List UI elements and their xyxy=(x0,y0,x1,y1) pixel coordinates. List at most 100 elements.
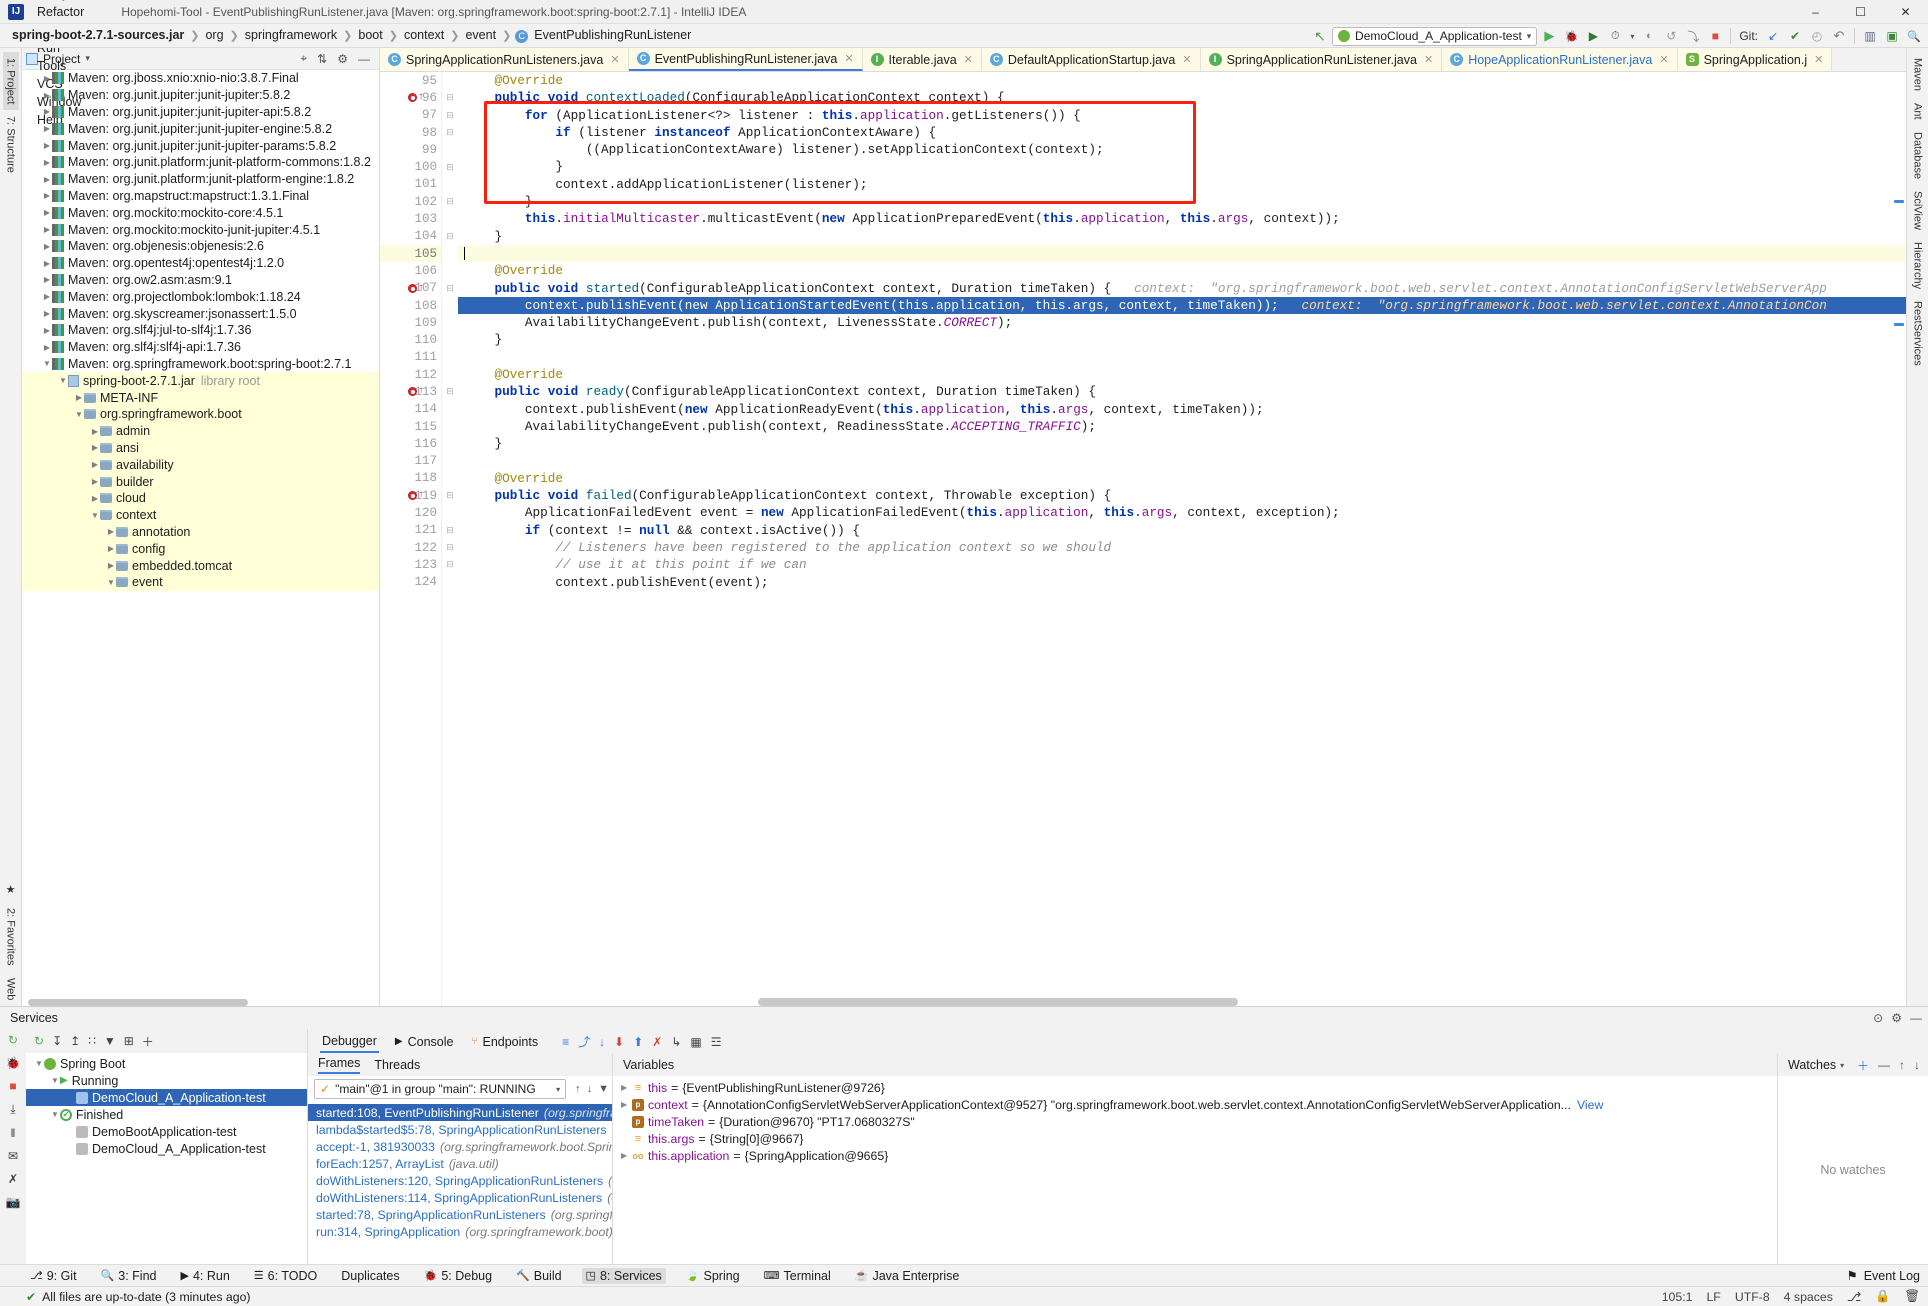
chevron-down-icon[interactable] xyxy=(50,1076,60,1085)
menu-refactor[interactable]: Refactor xyxy=(30,3,93,21)
services-action-7[interactable]: 📷 xyxy=(6,1195,21,1209)
line-number[interactable]: ↑96 xyxy=(380,89,441,106)
chevron-right-icon[interactable] xyxy=(106,561,116,570)
code-line[interactable]: context.publishEvent(new ApplicationStar… xyxy=(458,297,1906,314)
code-line[interactable]: public void failed(ConfigurableApplicati… xyxy=(458,487,1906,504)
search-icon[interactable]: 🔍 xyxy=(1904,26,1924,46)
code-line[interactable]: } xyxy=(458,331,1906,348)
tree-row[interactable]: Maven: org.opentest4j:opentest4j:1.2.0 xyxy=(22,255,379,272)
line-number[interactable]: 99 xyxy=(380,141,441,158)
chevron-right-icon[interactable] xyxy=(106,527,116,536)
right-tool-tab-restservices[interactable]: RestServices xyxy=(1910,295,1926,372)
web-tab[interactable]: Web xyxy=(3,972,19,1006)
line-number[interactable]: 98 xyxy=(380,124,441,141)
tree-row[interactable]: admin xyxy=(22,423,379,440)
services-tree-action-5[interactable]: ⊞ xyxy=(124,1034,134,1048)
run-with-coverage-icon[interactable]: ▶ xyxy=(1583,26,1603,46)
bookmark-icon[interactable]: ★ xyxy=(2,877,19,902)
chevron-down-icon[interactable]: ▾ xyxy=(556,1085,560,1094)
line-number[interactable]: ↑113 xyxy=(380,383,441,400)
code-line[interactable]: // use it at this point if we can xyxy=(458,556,1906,573)
frame-row[interactable]: doWithListeners:120, SpringApplicationRu… xyxy=(308,1172,612,1189)
services-tree-action-2[interactable]: ↥ xyxy=(70,1034,80,1048)
line-number[interactable]: 101 xyxy=(380,176,441,193)
breadcrumb-item-1[interactable]: org xyxy=(203,28,225,42)
code-line[interactable]: ((ApplicationContextAware) listener).set… xyxy=(458,141,1906,158)
tree-row[interactable]: context xyxy=(22,507,379,524)
line-number[interactable]: ↑119 xyxy=(380,487,441,504)
close-icon[interactable]: ✕ xyxy=(1424,53,1433,66)
watch-action-1[interactable]: — xyxy=(1878,1058,1890,1072)
breakpoint-icon[interactable] xyxy=(408,284,417,293)
chevron-down-icon[interactable] xyxy=(106,578,116,587)
line-number[interactable]: 118 xyxy=(380,470,441,487)
breadcrumb-item-5[interactable]: event xyxy=(463,28,498,42)
tree-row[interactable]: Maven: org.springframework.boot:spring-b… xyxy=(22,356,379,373)
line-number[interactable]: 120 xyxy=(380,504,441,521)
variables-list[interactable]: ▶≡this={EventPublishingRunListener@9726}… xyxy=(613,1076,1777,1264)
gear-icon[interactable]: ⚙ xyxy=(337,52,348,66)
chevron-right-icon[interactable] xyxy=(42,191,52,200)
editor-tab-springapplicationrunlisteners[interactable]: CSpringApplicationRunListeners.java✕ xyxy=(380,48,629,71)
close-icon[interactable]: ✕ xyxy=(1659,53,1668,66)
encoding[interactable]: UTF-8 xyxy=(1735,1290,1770,1304)
line-number[interactable]: 100 xyxy=(380,158,441,175)
tree-row[interactable]: event xyxy=(22,574,379,591)
structure-icon[interactable]: ▥ xyxy=(1860,26,1880,46)
chevron-right-icon[interactable] xyxy=(42,91,52,100)
tool-window-todo[interactable]: ☰6: TODO xyxy=(250,1268,321,1284)
tool-window-debug[interactable]: 🐞5: Debug xyxy=(420,1268,496,1284)
close-icon[interactable]: ✕ xyxy=(844,52,853,65)
frame-filter-icon[interactable]: ▼ xyxy=(595,1083,612,1095)
code-line[interactable]: } xyxy=(458,158,1906,175)
debugger-step-action-2[interactable]: ↓ xyxy=(599,1035,605,1049)
tree-row[interactable]: Maven: org.junit.jupiter:junit-jupiter:5… xyxy=(22,87,379,104)
services-tree-action-6[interactable]: ＋ xyxy=(142,1033,154,1050)
chevron-right-icon[interactable] xyxy=(90,477,100,486)
breadcrumb-class-name[interactable]: EventPublishingRunListener xyxy=(532,28,693,42)
event-log-button[interactable]: ⚑ Event Log xyxy=(1846,1268,1920,1283)
frame-row[interactable]: forEach:1257, ArrayList(java.util) xyxy=(308,1155,612,1172)
git-history-icon[interactable]: ◴ xyxy=(1807,26,1827,46)
variable-view-link[interactable]: View xyxy=(1577,1098,1603,1112)
debugger-step-action-1[interactable]: ⤴ xyxy=(578,1033,590,1050)
tree-row[interactable]: META-INF xyxy=(22,389,379,406)
line-number[interactable]: 115 xyxy=(380,418,441,435)
breadcrumb-item-3[interactable]: boot xyxy=(356,28,384,42)
code-folding-gutter[interactable]: ⊟⊟⊟⊟⊟⊟⊟⊟⊟⊟⊟⊟ xyxy=(442,72,458,1006)
tree-row[interactable]: Maven: org.junit.platform:junit-platform… xyxy=(22,171,379,188)
line-number[interactable]: 117 xyxy=(380,453,441,470)
line-number[interactable]: 95 xyxy=(380,72,441,89)
tool-window-run[interactable]: ▶4: Run xyxy=(176,1268,233,1284)
frame-row[interactable]: lambda$started$5:78, SpringApplicationRu… xyxy=(308,1121,612,1138)
chevron-down-icon[interactable] xyxy=(34,1059,44,1068)
tree-row[interactable]: Maven: org.junit.jupiter:junit-jupiter-e… xyxy=(22,120,379,137)
chevron-down-icon[interactable] xyxy=(90,511,100,520)
code-line[interactable]: } xyxy=(458,435,1906,452)
line-number-gutter[interactable]: 95↑96979899100101102103104105106↑1071081… xyxy=(380,72,442,1006)
debugger-tab-console[interactable]: ▶Console xyxy=(393,1032,456,1052)
chevron-down-icon[interactable]: ▾ xyxy=(1840,1061,1844,1070)
fold-marker-icon[interactable]: ⊟ xyxy=(442,193,458,210)
line-number[interactable]: 108 xyxy=(380,297,441,314)
code-line[interactable]: context.publishEvent(new ApplicationRead… xyxy=(458,401,1906,418)
variable-row[interactable]: ▶pcontext={AnnotationConfigServletWebSer… xyxy=(613,1096,1777,1113)
line-number[interactable]: 111 xyxy=(380,349,441,366)
chevron-right-icon[interactable] xyxy=(42,158,52,167)
stop-icon[interactable]: ■ xyxy=(1705,26,1725,46)
line-number[interactable]: 97 xyxy=(380,107,441,124)
code-line[interactable] xyxy=(458,453,1906,470)
minimize-button[interactable]: – xyxy=(1793,0,1838,24)
caret-position[interactable]: 105:1 xyxy=(1662,1290,1693,1304)
debug-icon[interactable]: 🐞 xyxy=(1561,26,1581,46)
editor-tab-iterable[interactable]: IIterable.java✕ xyxy=(863,48,982,71)
frame-row[interactable]: started:78, SpringApplicationRunListener… xyxy=(308,1206,612,1223)
watch-action-3[interactable]: ↓ xyxy=(1914,1058,1920,1072)
line-number[interactable]: 105 xyxy=(380,245,441,262)
code-editor[interactable]: 95↑96979899100101102103104105106↑1071081… xyxy=(380,72,1906,1006)
right-tool-tab-database[interactable]: Database xyxy=(1910,126,1926,185)
line-separator[interactable]: LF xyxy=(1706,1290,1720,1304)
tree-row[interactable]: Maven: org.junit.jupiter:junit-jupiter-a… xyxy=(22,104,379,121)
fold-marker-icon[interactable]: ⊟ xyxy=(442,522,458,539)
tree-row[interactable]: Maven: org.mockito:mockito-core:4.5.1 xyxy=(22,204,379,221)
